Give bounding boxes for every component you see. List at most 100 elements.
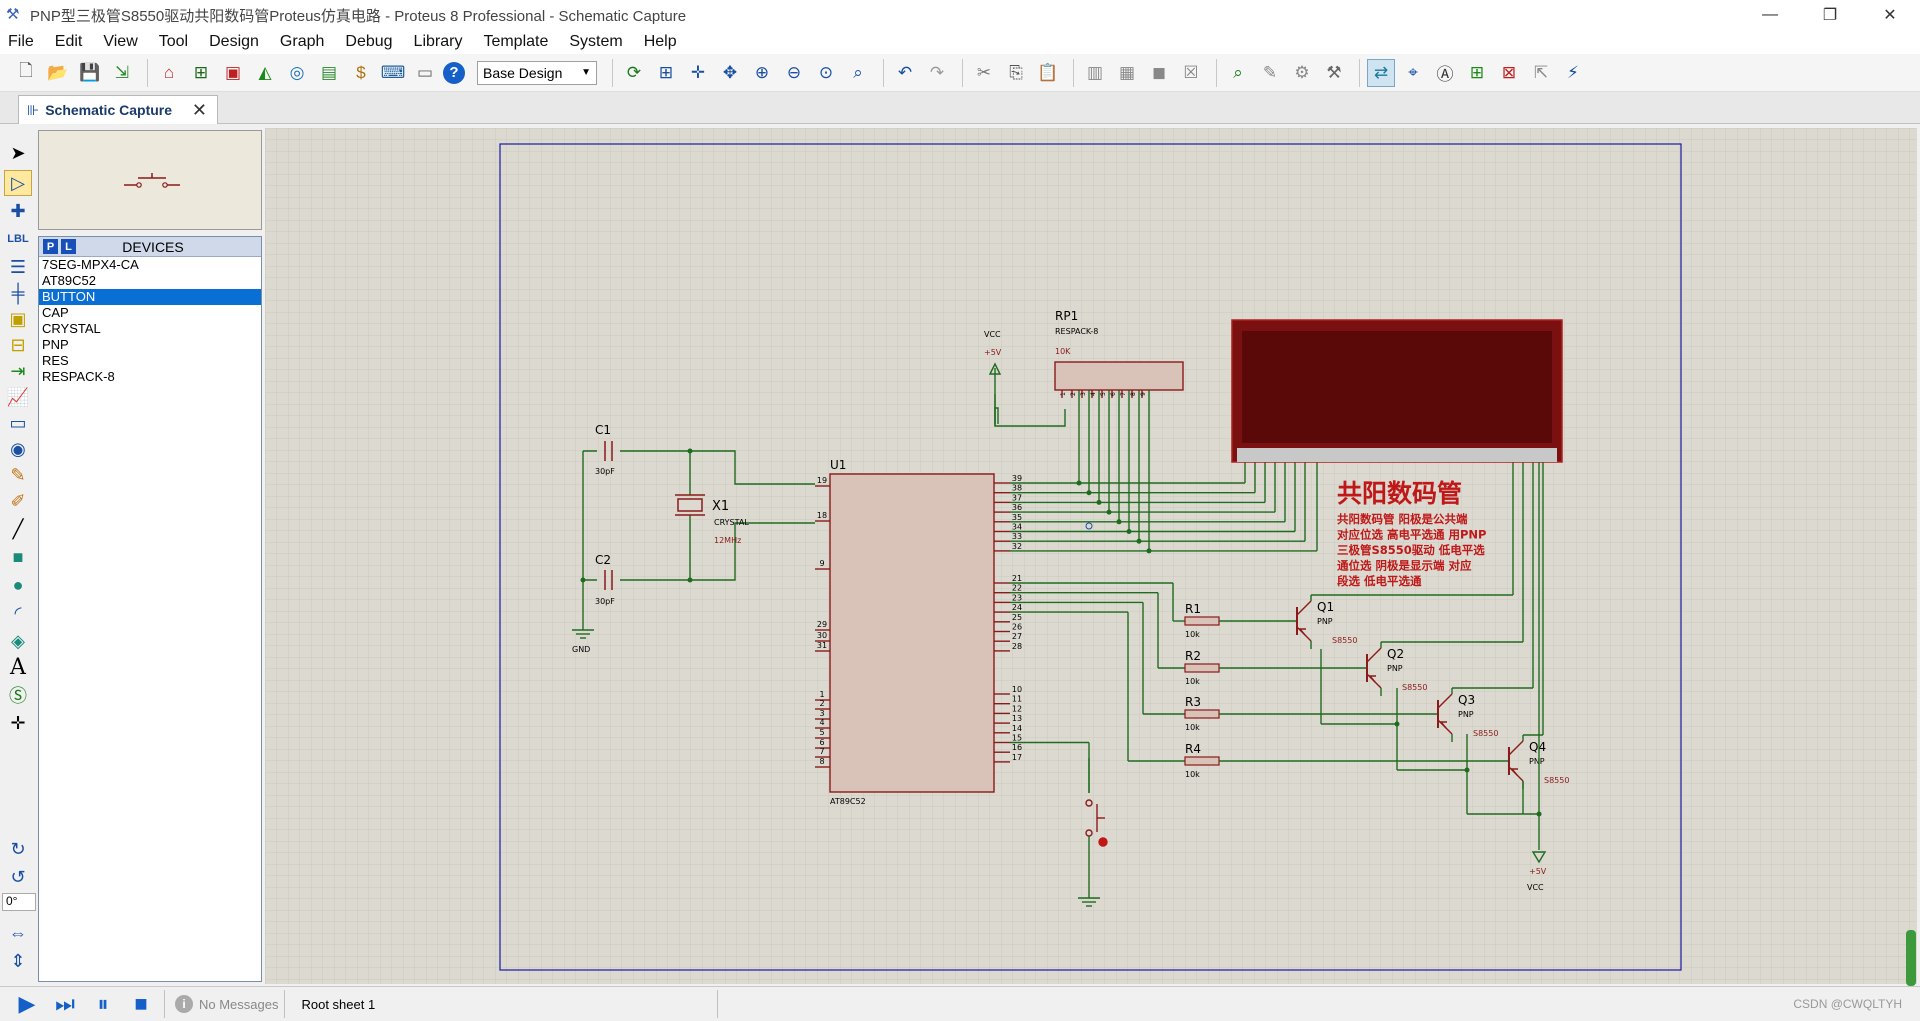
search-tag-icon[interactable]: ⌖	[1399, 59, 1427, 87]
design-explorer-icon[interactable]: ▤	[315, 59, 343, 87]
menu-library[interactable]: Library	[412, 33, 465, 51]
pick-devices-button[interactable]: P	[43, 239, 58, 254]
pan-icon[interactable]: ✥	[716, 59, 744, 87]
3d-view-icon[interactable]: ◭	[251, 59, 279, 87]
gerber-icon[interactable]: ◎	[283, 59, 311, 87]
home-icon[interactable]: ⌂	[155, 59, 183, 87]
zoom-out-icon[interactable]: ⊖	[780, 59, 808, 87]
microcontroller-u1[interactable]	[829, 473, 995, 793]
component-mode-icon[interactable]: ▷	[4, 170, 32, 196]
tape-recorder-icon[interactable]: ▭	[4, 410, 32, 436]
selection-mode-icon[interactable]: ➤	[4, 140, 32, 166]
menu-help[interactable]: Help	[642, 33, 679, 51]
current-probe-icon[interactable]: ✐	[4, 488, 32, 514]
generator-icon[interactable]: ◉	[4, 436, 32, 462]
redo-icon[interactable]: ↷	[923, 59, 951, 87]
wire-autorouter-icon[interactable]: ⇄	[1367, 58, 1395, 87]
undo-icon[interactable]: ↶	[891, 59, 919, 87]
menu-tool[interactable]: Tool	[157, 33, 190, 51]
minimize-button[interactable]: —	[1740, 0, 1800, 30]
pick-device-icon[interactable]: ⌕	[1224, 59, 1252, 87]
device-pins-icon[interactable]: ⇥	[4, 358, 32, 384]
wire-label-icon[interactable]: LBL	[4, 226, 32, 252]
text-script-icon[interactable]: ☰	[4, 254, 32, 280]
path-tool-icon[interactable]: ◈	[4, 628, 32, 654]
menu-system[interactable]: System	[567, 33, 624, 51]
list-item-selected[interactable]: BUTTON	[39, 289, 261, 305]
list-item[interactable]: RESPACK-8	[39, 369, 261, 385]
graph-mode-icon[interactable]: 📈	[4, 384, 32, 410]
block-move-icon[interactable]: ▦	[1113, 59, 1141, 87]
subcircuit-icon[interactable]: ▣	[4, 306, 32, 332]
remove-sheet-icon[interactable]: ⊠	[1495, 59, 1523, 87]
design-variant-select[interactable]: Base Design ▼	[477, 60, 597, 85]
box-tool-icon[interactable]: ■	[4, 544, 32, 570]
voltage-probe-icon[interactable]: ✎	[4, 462, 32, 488]
help-icon[interactable]: ?	[443, 61, 465, 84]
zoom-all-icon[interactable]: ⊙	[812, 59, 840, 87]
list-item[interactable]: AT89C52	[39, 273, 261, 289]
packaging-tool-icon[interactable]: ⚙	[1288, 59, 1316, 87]
message-indicator[interactable]: i No Messages	[175, 995, 278, 1013]
menu-design[interactable]: Design	[207, 33, 261, 51]
save-icon[interactable]: 💾	[76, 59, 104, 87]
block-copy-icon[interactable]: ▥	[1081, 59, 1109, 87]
step-icon[interactable]: ⏭	[48, 989, 82, 1019]
maximize-button[interactable]: ❐	[1800, 0, 1860, 30]
menu-file[interactable]: File	[6, 33, 36, 51]
text-tool-icon[interactable]: A	[4, 654, 32, 680]
menu-edit[interactable]: Edit	[53, 33, 85, 51]
rotate-anticlockwise-icon[interactable]: ↺	[4, 864, 32, 890]
marker-tool-icon[interactable]: ✛	[4, 710, 32, 736]
list-item[interactable]: CAP	[39, 305, 261, 321]
cut-icon[interactable]: ✂	[970, 59, 998, 87]
bill-of-materials-icon[interactable]: $	[347, 59, 375, 87]
pcb-layout-icon[interactable]: ▣	[219, 59, 247, 87]
exit-to-parent-icon[interactable]: ⇱	[1527, 59, 1555, 87]
schematic-editing-window[interactable]: C1 30pF C2 30pF X1 CRYSTAL 12MHz GND U1 AT89C52 VC…	[265, 128, 1917, 984]
new-file-icon[interactable]: 🗋	[12, 59, 40, 87]
mirror-horizontal-icon[interactable]: ⇔	[4, 920, 32, 946]
circle-tool-icon[interactable]: ●	[4, 572, 32, 598]
grid-toggle-icon[interactable]: ⊞	[652, 59, 680, 87]
list-item[interactable]: 7SEG-MPX4-CA	[39, 257, 261, 273]
menu-debug[interactable]: Debug	[343, 33, 394, 51]
close-button[interactable]: ✕	[1860, 0, 1920, 30]
list-item[interactable]: PNP	[39, 337, 261, 353]
mirror-vertical-icon[interactable]: ⇕	[4, 948, 32, 974]
block-rotate-icon[interactable]: ◼	[1145, 59, 1173, 87]
schematic-icon[interactable]: ⊞	[187, 59, 215, 87]
stop-icon[interactable]: ■	[124, 989, 158, 1019]
paste-icon[interactable]: 📋	[1034, 59, 1062, 87]
make-device-icon[interactable]: ✎	[1256, 59, 1284, 87]
zoom-area-icon[interactable]: ⌕	[844, 59, 872, 87]
close-icon[interactable]: ✕	[192, 100, 207, 121]
notes-icon[interactable]: ▭	[411, 59, 439, 87]
electrical-rule-check-icon[interactable]: ⚡	[1559, 59, 1587, 87]
new-sheet-icon[interactable]: ⊞	[1463, 59, 1491, 87]
block-delete-icon[interactable]: ☒	[1177, 59, 1205, 87]
zoom-in-icon[interactable]: ⊕	[748, 59, 776, 87]
scroll-indicator[interactable]	[1906, 930, 1916, 986]
origin-icon[interactable]: ✛	[684, 59, 712, 87]
rotation-angle-field[interactable]: 0°	[2, 893, 36, 911]
list-item[interactable]: CRYSTAL	[39, 321, 261, 337]
menu-view[interactable]: View	[101, 33, 139, 51]
decompose-icon[interactable]: ⚒	[1320, 59, 1348, 87]
import-icon[interactable]: ⇲	[108, 59, 136, 87]
property-assignment-icon[interactable]: Ⓐ	[1431, 59, 1459, 87]
source-code-icon[interactable]: ⌨	[379, 59, 407, 87]
symbol-tool-icon[interactable]: Ⓢ	[4, 682, 32, 708]
line-tool-icon[interactable]: ╱	[4, 516, 32, 542]
copy-icon[interactable]: ⎘	[1002, 59, 1030, 87]
open-file-icon[interactable]: 📂	[44, 59, 72, 87]
list-item[interactable]: RES	[39, 353, 261, 369]
tab-schematic-capture[interactable]: ⊪ Schematic Capture ✕	[18, 95, 218, 124]
overview-preview[interactable]	[38, 130, 262, 230]
junction-dot-icon[interactable]: ✚	[4, 198, 32, 224]
resistor-pack-rp1[interactable]	[1054, 361, 1184, 391]
library-manager-button[interactable]: L	[61, 239, 76, 254]
rotate-clockwise-icon[interactable]: ↻	[4, 836, 32, 862]
buses-icon[interactable]: ╪	[4, 280, 32, 306]
pause-icon[interactable]: ⏸	[86, 989, 120, 1019]
